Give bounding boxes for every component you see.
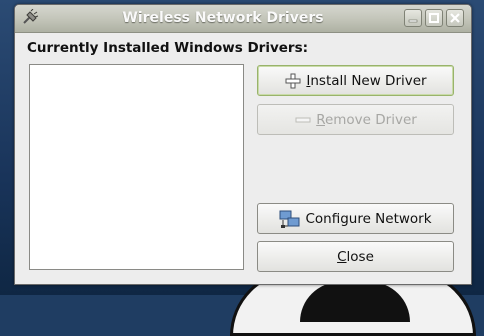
close-window-button[interactable] [446,9,464,27]
installed-drivers-list[interactable] [29,64,244,270]
window-title: Wireless Network Drivers [122,10,324,26]
installed-drivers-heading: Currently Installed Windows Drivers: [27,40,309,56]
close-icon [450,13,460,23]
close-button-label: Close [337,248,374,265]
close-button[interactable]: Close [257,241,454,272]
window-app-icon[interactable] [21,8,39,27]
maximize-button[interactable] [425,9,443,27]
plus-icon [284,72,302,90]
install-new-driver-button[interactable]: Install New Driver [257,65,454,96]
configure-button-label: Configure Network [305,210,432,227]
wireless-drivers-window: Wireless Network Drivers Currently Insta… [14,4,472,285]
remove-button-label: Remove Driver [316,111,417,128]
configure-network-button[interactable]: Configure Network [257,203,454,234]
minimize-icon [408,19,418,23]
remove-driver-button[interactable]: Remove Driver [257,104,454,135]
minimize-button[interactable] [404,9,422,27]
network-icon [279,210,301,228]
install-button-label: Install New Driver [306,72,427,89]
maximize-icon [429,13,439,23]
window-titlebar[interactable]: Wireless Network Drivers [15,5,471,33]
minus-icon [294,111,312,129]
